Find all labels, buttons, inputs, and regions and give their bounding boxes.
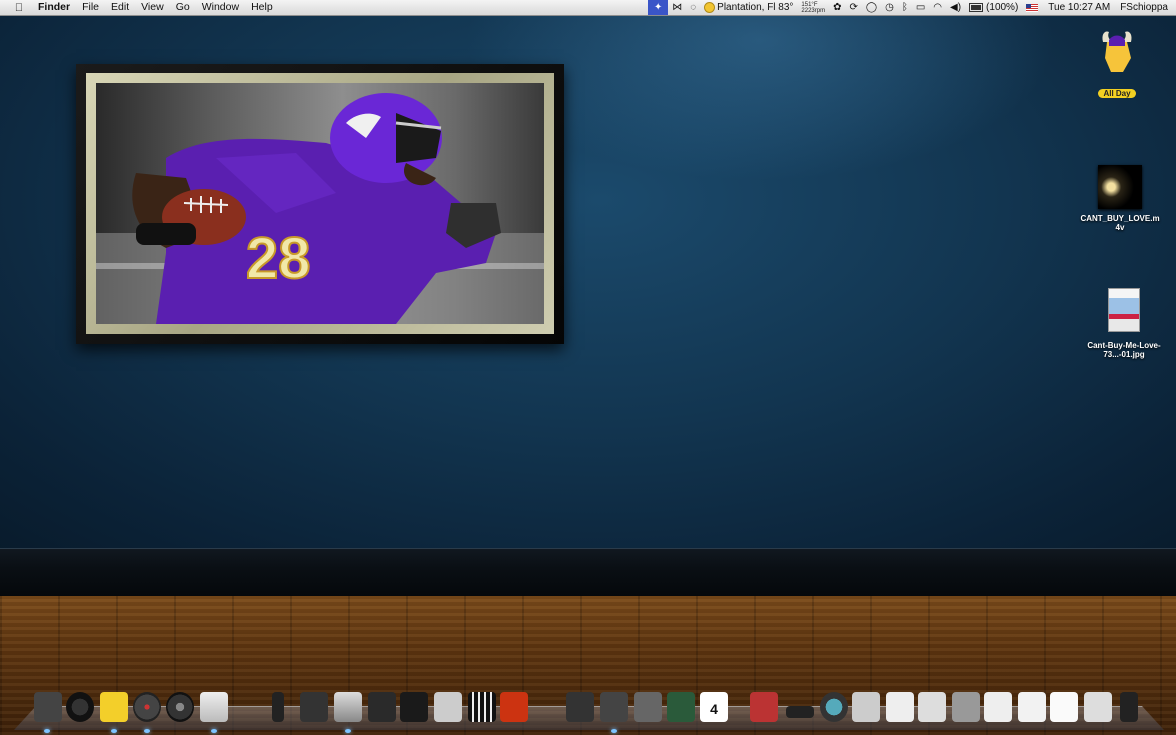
dock-preview-icon[interactable]: [852, 692, 880, 722]
dock-window-4-icon[interactable]: [1018, 692, 1046, 722]
dock-safari-compass-icon[interactable]: [133, 692, 161, 722]
dock-phone-icon[interactable]: [272, 692, 284, 722]
spinner-icon[interactable]: ◌: [686, 0, 700, 15]
menu-go[interactable]: Go: [170, 0, 196, 15]
wifi-icon[interactable]: ◠: [929, 0, 946, 15]
image-file-label: Cant-Buy-Me-Love-73...-01.jpg: [1087, 341, 1161, 359]
dock-window-1-icon[interactable]: [918, 692, 946, 722]
volume-icon[interactable]: ◀): [946, 0, 965, 15]
dock-facetime-icon[interactable]: [66, 692, 94, 722]
dock-clapper-icon[interactable]: [468, 692, 496, 722]
running-indicator: [211, 729, 217, 733]
dock: 4: [14, 690, 1164, 735]
running-indicator: [611, 729, 617, 733]
weather-menu[interactable]: Plantation, Fl 83°: [700, 0, 797, 15]
menu-edit[interactable]: Edit: [105, 0, 135, 15]
battery-percent: (100%): [986, 2, 1019, 13]
running-indicator: [44, 729, 50, 733]
apple-icon[interactable]: : [12, 2, 26, 14]
dock-window-2-icon[interactable]: [952, 692, 980, 722]
sync-icon[interactable]: ⟳: [846, 0, 862, 15]
dock-mail-stamp-icon[interactable]: [200, 692, 228, 722]
widget-label: All Day: [1098, 89, 1136, 98]
chat-icon[interactable]: ◯: [862, 0, 881, 15]
image-thumbnail-icon: [1108, 288, 1140, 332]
menu-file[interactable]: File: [76, 0, 105, 15]
dock-printer-icon[interactable]: [886, 692, 914, 722]
dock-window-6-icon[interactable]: [1084, 692, 1112, 722]
sun-icon: [704, 2, 716, 13]
desktop-baseboard: [0, 548, 1176, 597]
user-menu[interactable]: FSchioppa: [1116, 0, 1176, 15]
vikings-logo-icon: [1102, 31, 1132, 72]
picture-mat: 28: [86, 73, 554, 334]
dock-windows-icon[interactable]: [566, 692, 594, 722]
menu-extras: ✦ ⋈ ◌ Plantation, Fl 83° 151°F 2223rpm ✿…: [648, 0, 1176, 15]
paw-icon[interactable]: ✿: [829, 0, 845, 15]
dock-utilities-icon[interactable]: [634, 692, 662, 722]
dock-finder-icon[interactable]: [34, 692, 62, 722]
bluetooth-icon[interactable]: ᛒ: [898, 0, 912, 15]
status-app-icon[interactable]: ✦: [648, 0, 669, 15]
dock-trash-icon[interactable]: [1120, 692, 1138, 722]
desktop-icon-movie-file[interactable]: CANT_BUY_LOVE.m4v: [1080, 165, 1160, 232]
dock-laptop-icon[interactable]: [786, 706, 814, 718]
movie-file-label: CANT_BUY_LOVE.m4v: [1080, 214, 1160, 232]
wallpaper-picture-frame: 28: [76, 64, 564, 344]
dock-twitter-bird-icon[interactable]: [100, 692, 128, 722]
battery-icon: [969, 3, 984, 12]
movie-thumbnail-icon: [1098, 165, 1142, 209]
running-indicator: [111, 729, 117, 733]
football-player-photo: 28: [96, 83, 544, 324]
dock-ical-icon[interactable]: 4: [700, 692, 728, 722]
dock-network-icon[interactable]: [820, 692, 848, 722]
dock-drive-icon[interactable]: [600, 692, 628, 722]
battery-menu[interactable]: (100%): [965, 0, 1022, 15]
dock-panthers-icon[interactable]: [750, 692, 778, 722]
menu-window[interactable]: Window: [196, 0, 245, 15]
menu-app-finder[interactable]: Finder: [32, 0, 76, 15]
dock-camera-icon[interactable]: [300, 692, 328, 722]
desktop-icon-vikings-widget[interactable]: All Day: [1077, 28, 1157, 101]
dock-window-5-icon[interactable]: [1050, 692, 1078, 722]
dock-photo-browser-icon[interactable]: [434, 692, 462, 722]
dock-pages-icon[interactable]: [334, 692, 362, 722]
desktop-icon-image-file[interactable]: Cant-Buy-Me-Love-73...-01.jpg: [1084, 288, 1164, 359]
dock-guitar-icon[interactable]: [368, 692, 396, 722]
weather-text: Plantation, Fl 83°: [717, 2, 794, 13]
time-machine-icon[interactable]: ◷: [881, 0, 898, 15]
menu-help[interactable]: Help: [245, 0, 279, 15]
fan-speed: 2223rpm: [801, 7, 826, 14]
dock-photo-booth-icon[interactable]: [500, 692, 528, 722]
running-indicator: [144, 729, 150, 733]
dock-steam-icon[interactable]: [166, 692, 194, 722]
display-icon[interactable]: ▭: [912, 0, 929, 15]
menu-view[interactable]: View: [135, 0, 170, 15]
temp-fan-readout[interactable]: 151°F 2223rpm: [797, 2, 829, 14]
input-source-flag-icon[interactable]: [1022, 0, 1042, 15]
menu-bar:  Finder File Edit View Go Window Help ✦…: [0, 0, 1176, 16]
dock-window-3-icon[interactable]: [984, 692, 1012, 722]
jersey-number: 28: [246, 226, 311, 291]
bowtie-icon[interactable]: ⋈: [668, 0, 686, 15]
dock-quill-icon[interactable]: [400, 692, 428, 722]
clock[interactable]: Tue 10:27 AM: [1042, 0, 1116, 15]
dock-contacts-icon[interactable]: [667, 692, 695, 722]
running-indicator: [345, 729, 351, 733]
